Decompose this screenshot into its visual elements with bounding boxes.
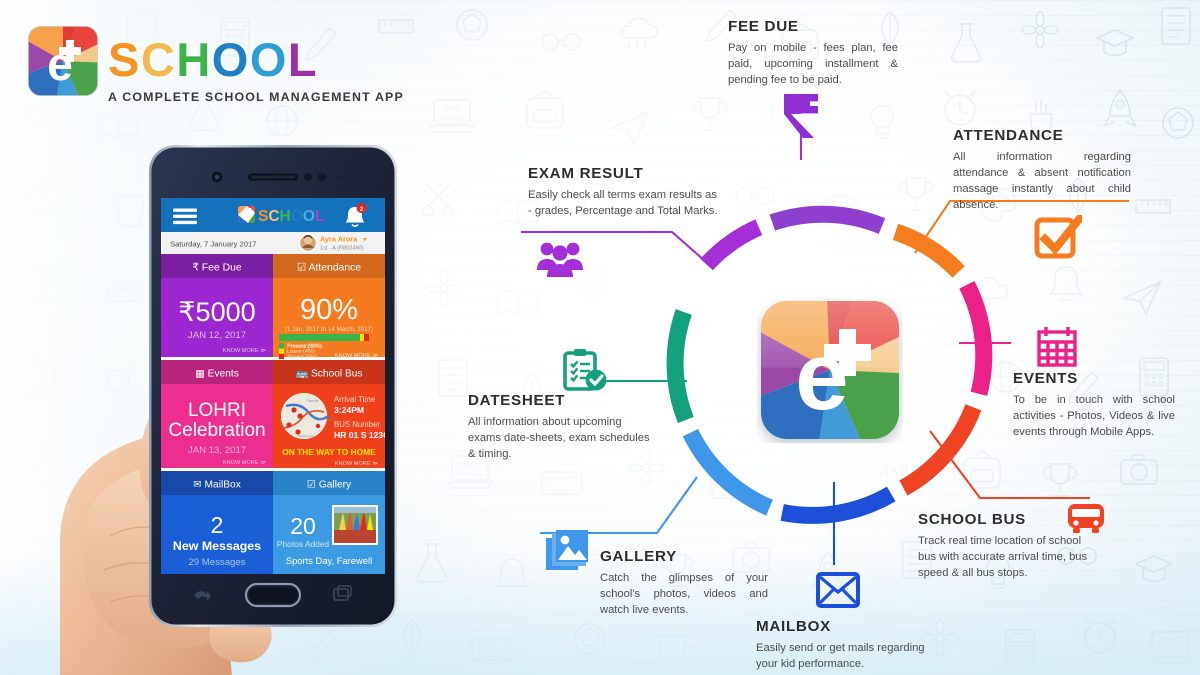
feature-title: FEE DUE	[728, 18, 799, 35]
feature-title: DATESHEET	[468, 392, 566, 409]
people-group-icon	[537, 242, 583, 277]
image-icon	[546, 530, 588, 570]
feature-title: EXAM RESULT	[528, 165, 644, 182]
feature-datesheet: DATESHEET All information about upcoming…	[468, 392, 650, 463]
feature-fee-due: FEE DUE Pay on mobile - fees plan, fee p…	[728, 18, 898, 89]
feature-desc: Easily send or get mails regarding your …	[756, 642, 925, 670]
eschool-center-logo-icon: e	[761, 301, 899, 439]
feature-title: GALLERY	[600, 548, 677, 565]
feature-desc: Catch the glimpses of your school's phot…	[600, 572, 768, 616]
feature-mailbox: MAILBOX Easily send or get mails regardi…	[756, 618, 934, 673]
feature-title: SCHOOL BUS	[918, 511, 1026, 528]
feature-events: EVENTS To be in touch with school activi…	[1013, 370, 1175, 441]
feature-gallery: GALLERY Catch the glimpses of your schoo…	[600, 548, 768, 619]
feature-school-bus: SCHOOL BUS Track real time location of s…	[918, 511, 1090, 582]
feature-desc: Track real time location of school bus w…	[918, 535, 1088, 579]
checkbox-tick-icon	[1034, 215, 1082, 259]
feature-desc: All information about upcoming exams dat…	[468, 416, 650, 460]
infographic-canvas: BACK SCHOOL	[0, 0, 1200, 675]
feature-title: EVENTS	[1013, 370, 1078, 387]
rupee-icon	[784, 94, 818, 138]
feature-attendance: ATTENDANCE All information regarding att…	[953, 127, 1131, 214]
feature-title: MAILBOX	[756, 618, 831, 635]
feature-desc: All information regarding attendance & a…	[953, 151, 1131, 211]
feature-title: ATTENDANCE	[953, 127, 1064, 144]
clipboard-check-icon	[563, 349, 607, 391]
feature-desc: Easily check all terms exam results as -…	[528, 189, 718, 217]
envelope-icon	[816, 572, 860, 608]
feature-desc: Pay on mobile - fees plan, fee paid, upc…	[728, 42, 898, 86]
calendar-icon	[1037, 327, 1077, 367]
feature-desc: To be in touch with school activities - …	[1013, 394, 1175, 438]
feature-exam-result: EXAM RESULT Easily check all terms exam …	[528, 165, 718, 220]
